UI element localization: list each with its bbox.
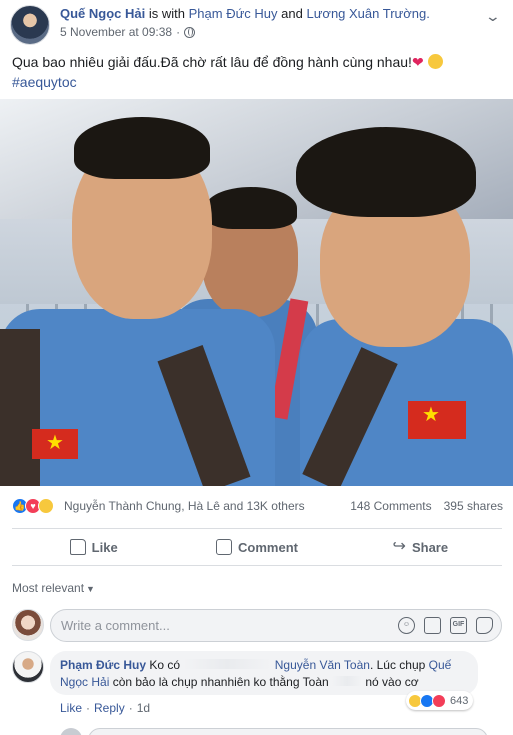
comment-button[interactable]: Comment	[175, 529, 338, 565]
shares-count-link[interactable]: 395 shares	[444, 499, 503, 513]
caret-down-icon: ▼	[86, 584, 95, 594]
post-meta: 5 November at 09:38 ·	[60, 25, 196, 39]
comment-bubble: Phạm Đức Huy Ko có Nguyễn Văn Toàn. Lúc …	[50, 651, 478, 695]
comment-button-label: Comment	[238, 539, 298, 555]
sad-icon	[427, 54, 443, 69]
hashtag-link[interactable]: #aequytoc	[12, 74, 77, 90]
reaction-icons[interactable]: 👍 ♥	[12, 498, 54, 514]
comment-input[interactable]	[61, 618, 381, 633]
commenter-avatar[interactable]	[12, 651, 44, 683]
post-header-line: Quế Ngọc Hải is with Phạm Đức Huy and Lư…	[60, 6, 430, 21]
comment-text-5: nó vào cơ	[365, 675, 419, 689]
gif-icon[interactable]: GIF	[450, 617, 467, 634]
comment-text-3: còn bảo là chụp nhanh	[112, 675, 235, 689]
blurred-text	[183, 659, 272, 669]
comment-mention-2a[interactable]: Quế	[429, 658, 452, 672]
camera-icon[interactable]	[424, 617, 441, 634]
share-icon: ↪	[392, 538, 406, 555]
post-body-text: Qua bao nhiêu giải đấu.Đã chờ rất lâu để…	[12, 54, 412, 70]
haha-reaction-icon	[38, 498, 54, 514]
reactions-summary: 👍 ♥ Nguyễn Thành Chung, Hà Lê and 13K ot…	[0, 490, 513, 522]
reply-avatar	[60, 728, 82, 735]
comment-composer: ☺ GIF	[50, 609, 502, 642]
meta-dot: ·	[86, 701, 91, 715]
love-reaction-icon	[432, 693, 446, 708]
comment-reaction-count: 643	[450, 694, 469, 707]
comment-meta: Like · Reply · 1d	[60, 701, 150, 715]
viewer-avatar	[12, 609, 44, 641]
share-button[interactable]: ↪ Share	[339, 529, 502, 565]
comments-count-link[interactable]: 148 Comments	[350, 499, 431, 513]
sticker-icon[interactable]	[476, 617, 493, 634]
reply-input[interactable]	[88, 728, 488, 735]
comment-author-link[interactable]: Phạm Đức Huy	[60, 658, 146, 672]
post-photo[interactable]	[0, 99, 513, 486]
emoji-icon[interactable]: ☺	[398, 617, 415, 634]
comment-sort-dropdown[interactable]: Most relevant ▼	[12, 581, 95, 595]
like-icon	[69, 539, 86, 555]
meta-separator: ·	[176, 25, 181, 39]
meta-dot: ·	[128, 701, 133, 715]
heart-icon: ❤	[411, 54, 424, 70]
post-text: Qua bao nhiêu giải đấu.Đã chờ rất lâu để…	[12, 52, 502, 92]
like-button[interactable]: Like	[12, 529, 175, 565]
comment-sort-label: Most relevant	[12, 581, 85, 595]
comment-text-4: iên ko thằng Toàn	[234, 675, 329, 689]
comment-like-link[interactable]: Like	[60, 701, 82, 715]
comment-mention-1[interactable]: Nguyễn Văn Toàn	[275, 658, 370, 672]
comment-reply-link[interactable]: Reply	[94, 701, 125, 715]
globe-icon[interactable]	[184, 26, 196, 38]
post-header: Quế Ngọc Hải is with Phạm Đức Huy and Lư…	[0, 0, 513, 45]
engagement-counts: 148 Comments 395 shares	[350, 499, 503, 513]
comment-mention-2b[interactable]: Ngọc Hải	[60, 675, 109, 689]
reaction-names-link[interactable]: Nguyễn Thành Chung, Hà Lê and 13K others	[64, 499, 305, 513]
tagged-user-link-1[interactable]: Phạm Đức Huy	[189, 6, 278, 21]
comment-icon	[216, 539, 233, 555]
composer-tools: ☺ GIF	[398, 617, 493, 634]
comment-time-link[interactable]: 1d	[137, 701, 150, 715]
author-avatar[interactable]	[10, 5, 50, 45]
comment-text-2: . Lúc chụp	[369, 658, 426, 672]
tagged-user-link-2[interactable]: Lương Xuân Trường.	[306, 6, 429, 21]
comment-text-1: Ko có	[149, 658, 181, 672]
with-text: is with	[148, 6, 185, 21]
comment-reactions[interactable]: 643	[406, 691, 474, 710]
reply-composer	[60, 724, 500, 735]
author-name-link[interactable]: Quế Ngọc Hải	[60, 6, 145, 21]
chevron-down-icon[interactable]: ⌄	[485, 8, 501, 25]
post-actions: Like Comment ↪ Share	[12, 528, 502, 566]
and-text: and	[281, 6, 303, 21]
share-button-label: Share	[411, 539, 449, 555]
post-timestamp-link[interactable]: 5 November at 09:38	[60, 25, 172, 39]
like-button-label: Like	[91, 539, 118, 555]
blurred-text-2	[332, 676, 363, 686]
